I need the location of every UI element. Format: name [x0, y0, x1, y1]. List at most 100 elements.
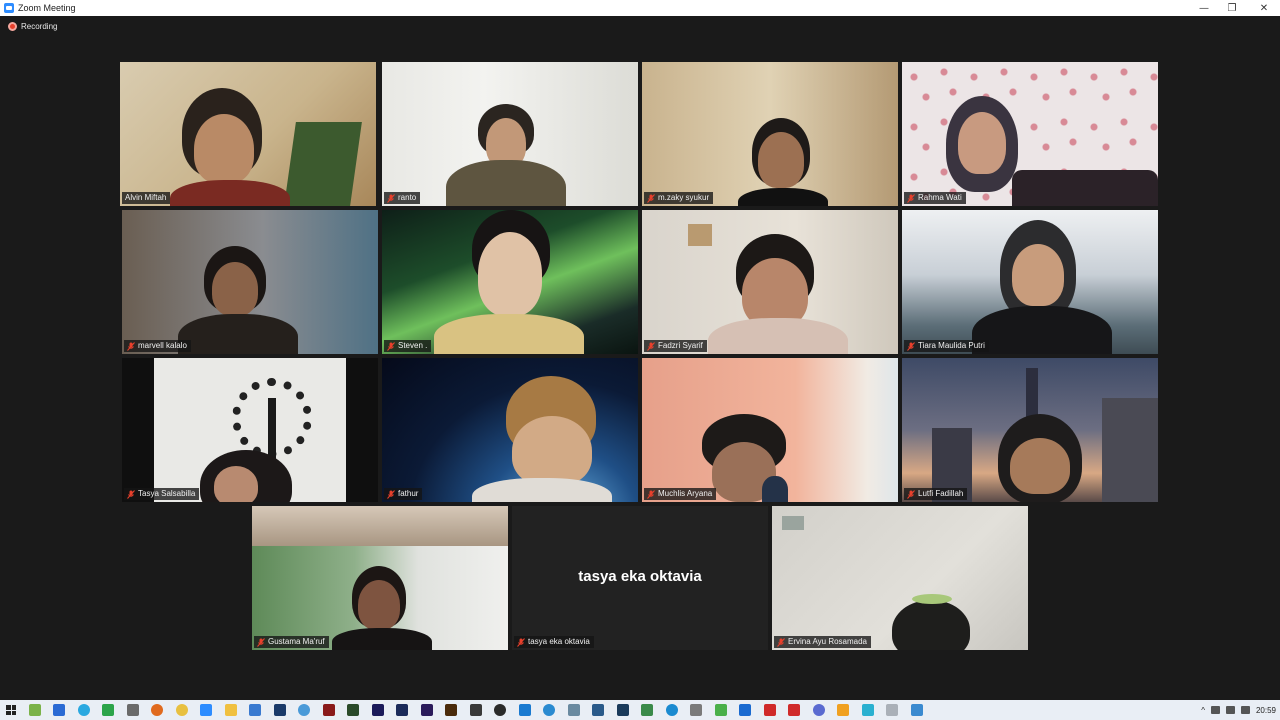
muted-mic-icon: [647, 193, 655, 203]
dreamweaver-icon[interactable]: [347, 704, 359, 716]
file-explorer-icon[interactable]: [224, 704, 237, 716]
vscode-icon[interactable]: [518, 704, 531, 716]
video-tile[interactable]: Ervina Ayu Rosamada: [772, 506, 1028, 650]
video-tile[interactable]: Steven .: [382, 210, 638, 354]
video-tile[interactable]: Muchlis Aryana: [642, 358, 898, 502]
video-tile[interactable]: Lutfi Fadillah: [902, 358, 1158, 502]
muted-mic-icon: [387, 341, 395, 351]
photoshop-icon[interactable]: [273, 704, 286, 716]
muted-mic-icon: [907, 489, 915, 499]
muted-mic-icon: [647, 341, 655, 351]
muted-mic-icon: [777, 637, 785, 647]
participant-name-tag: Lutfi Fadillah: [904, 488, 968, 500]
participant-name-tag: marvell kalalo: [124, 340, 191, 352]
app-icon[interactable]: [665, 704, 678, 716]
participant-name-tag: m.zaky syukur: [644, 192, 714, 204]
participant-name: Fadzri Syarif: [658, 341, 703, 350]
windows-logo-icon: [6, 705, 16, 715]
zoom-taskbar-icon[interactable]: [200, 704, 212, 716]
illustrator-icon[interactable]: [445, 704, 457, 716]
app-icon[interactable]: [861, 704, 874, 716]
network-icon[interactable]: [1225, 706, 1235, 714]
video-tile[interactable]: Rahma Wati: [902, 62, 1158, 206]
windows-taskbar: ^ 20:59: [0, 700, 1280, 720]
video-tile[interactable]: marvell kalalo: [122, 210, 378, 354]
video-tile[interactable]: Alvin Miftah: [120, 62, 376, 206]
chrome-icon[interactable]: [175, 704, 188, 716]
video-tile[interactable]: fathur: [382, 358, 638, 502]
participant-name: m.zaky syukur: [658, 193, 710, 202]
participant-name-tag: Fadzri Syarif: [644, 340, 707, 352]
acrobat-icon[interactable]: [788, 704, 800, 716]
muted-mic-icon: [257, 637, 265, 647]
app-icon[interactable]: [126, 704, 139, 716]
volume-icon[interactable]: [1240, 706, 1250, 714]
premiere-icon[interactable]: [420, 704, 433, 716]
participant-name: marvell kalalo: [138, 341, 187, 350]
participant-name-tag: fathur: [384, 488, 423, 500]
app-icon[interactable]: [690, 704, 702, 716]
video-tile[interactable]: Tasya Salsabilla: [122, 358, 378, 502]
video-tile[interactable]: Gustama Ma'ruf: [252, 506, 508, 650]
video-tile-camera-off[interactable]: tasya eka oktavia tasya eka oktavia: [512, 506, 768, 650]
participant-name: Rahma Wati: [918, 193, 962, 202]
telegram-icon[interactable]: [77, 704, 90, 716]
app-icon[interactable]: [886, 704, 898, 716]
app-icon[interactable]: [837, 704, 849, 716]
video-tile[interactable]: Tiara Maulida Putri: [902, 210, 1158, 354]
app-icon[interactable]: [322, 704, 335, 716]
app-icon[interactable]: [494, 704, 506, 716]
app-icon[interactable]: [53, 704, 65, 716]
battery-icon[interactable]: [1210, 706, 1220, 714]
muted-mic-icon: [387, 489, 395, 499]
participant-name-tag: Ervina Ayu Rosamada: [774, 636, 872, 648]
acrobat-icon[interactable]: [763, 704, 776, 716]
edge-icon[interactable]: [543, 704, 555, 716]
video-gallery: Alvin Miftah ranto m.zaky syukur Rahma W…: [0, 0, 1280, 700]
muted-mic-icon: [907, 193, 915, 203]
participant-name: Lutfi Fadillah: [918, 489, 964, 498]
minecraft-icon[interactable]: [28, 704, 41, 716]
app-icon[interactable]: [616, 704, 629, 716]
participant-name: Tiara Maulida Putri: [918, 341, 985, 350]
muted-mic-icon: [647, 489, 655, 499]
app-icon[interactable]: [592, 704, 604, 716]
participant-name: ranto: [398, 193, 417, 202]
clock[interactable]: 20:59: [1256, 706, 1276, 715]
mail-icon[interactable]: [249, 704, 261, 716]
participant-name-tag: Gustama Ma'ruf: [254, 636, 329, 648]
after-effects-icon[interactable]: [396, 704, 408, 716]
participant-name-tag: Tasya Salsabilla: [124, 488, 200, 500]
app-icon[interactable]: [910, 704, 923, 716]
participant-name: fathur: [398, 489, 419, 498]
discord-icon[interactable]: [812, 704, 825, 716]
participant-name-tag: tasya eka oktavia: [514, 636, 594, 648]
app-icon[interactable]: [641, 704, 653, 716]
muted-mic-icon: [907, 341, 915, 351]
participant-name: Steven .: [398, 341, 428, 350]
participant-name: tasya eka oktavia: [528, 637, 590, 646]
participant-name-tag: Tiara Maulida Putri: [904, 340, 989, 352]
participant-name-tag: Muchlis Aryana: [644, 488, 717, 500]
app-icon[interactable]: [567, 704, 580, 716]
video-tile[interactable]: m.zaky syukur: [642, 62, 898, 206]
participant-name: Muchlis Aryana: [658, 489, 713, 498]
video-tile[interactable]: Fadzri Syarif: [642, 210, 898, 354]
firefox-icon[interactable]: [151, 704, 163, 716]
app-icon[interactable]: [469, 704, 482, 716]
app-icon[interactable]: [714, 704, 727, 716]
muted-mic-icon: [517, 637, 525, 647]
camera-off-display-name: tasya eka oktavia: [578, 568, 702, 585]
audition-icon[interactable]: [371, 704, 384, 716]
app-icon[interactable]: [298, 704, 310, 716]
participant-name: Tasya Salsabilla: [138, 489, 196, 498]
participant-name: Alvin Miftah: [125, 193, 167, 202]
video-tile[interactable]: ranto: [382, 62, 638, 206]
system-tray: ^ 20:59: [1201, 700, 1276, 720]
start-button[interactable]: [0, 700, 22, 720]
app-icon[interactable]: [102, 704, 114, 716]
participant-name-tag: ranto: [384, 192, 421, 204]
app-icon[interactable]: [739, 704, 751, 716]
tray-chevron-icon[interactable]: ^: [1201, 706, 1205, 715]
participant-name: Gustama Ma'ruf: [268, 637, 325, 646]
